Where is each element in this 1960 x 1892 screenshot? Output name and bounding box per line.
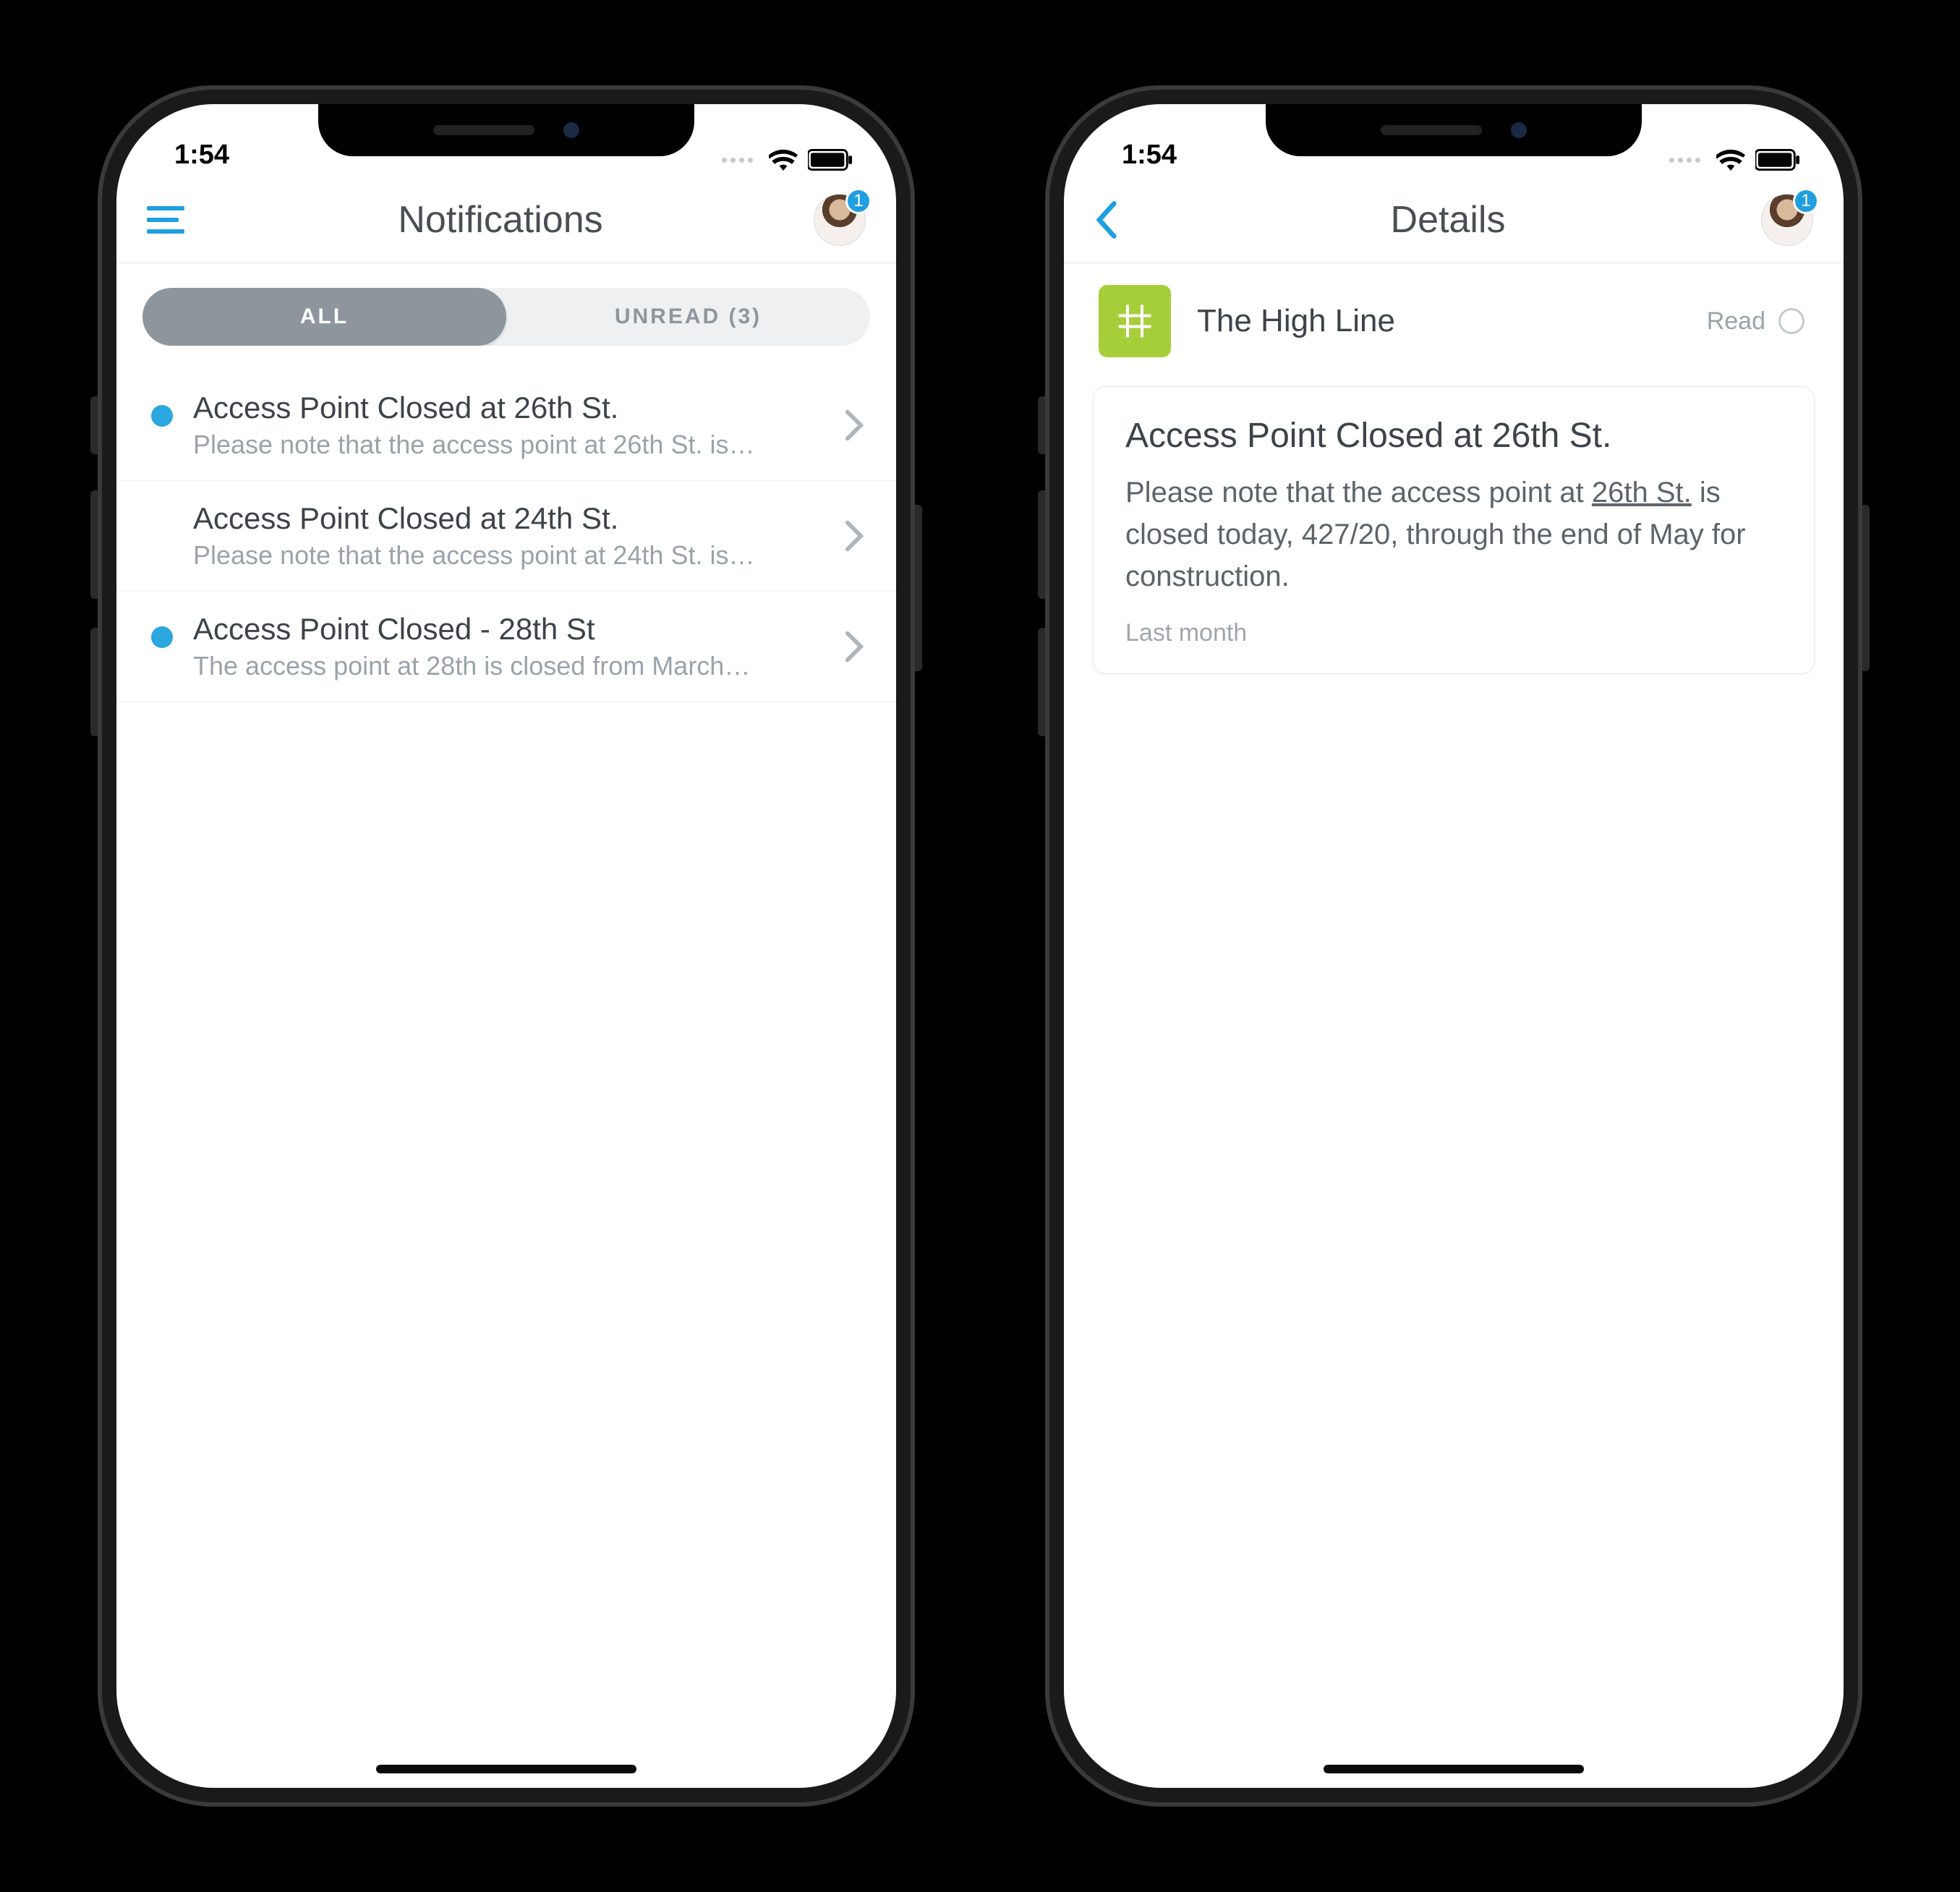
avatar-badge: 1 (845, 188, 872, 214)
list-item[interactable]: Access Point Closed at 24th St. Please n… (116, 481, 896, 592)
back-button[interactable] (1094, 200, 1135, 239)
notification-list: Access Point Closed at 26th St. Please n… (116, 370, 896, 702)
wifi-icon (769, 149, 798, 171)
battery-icon (1755, 149, 1800, 171)
detail-timestamp: Last month (1125, 619, 1782, 647)
page-title: Details (1135, 198, 1761, 242)
detail-card: Access Point Closed at 26th St. Please n… (1093, 386, 1815, 674)
org-logo-icon (1099, 285, 1171, 357)
item-subtitle: Please note that the access point at 26t… (193, 430, 824, 460)
cellular-dots-icon (1669, 158, 1700, 163)
tab-all[interactable]: ALL (142, 288, 506, 346)
wifi-icon (1716, 149, 1745, 171)
page-title: Notifications (187, 198, 814, 242)
avatar-badge: 1 (1793, 188, 1819, 214)
unread-dot-icon (151, 405, 173, 427)
item-subtitle: Please note that the access point at 24t… (193, 540, 824, 571)
profile-button[interactable]: 1 (1761, 194, 1813, 246)
filter-segmented: ALL UNREAD (3) (142, 288, 870, 346)
unread-dot-icon (151, 626, 173, 648)
radio-icon (1778, 308, 1805, 334)
list-item[interactable]: Access Point Closed at 26th St. Please n… (116, 370, 896, 481)
home-indicator[interactable] (376, 1765, 636, 1773)
detail-title: Access Point Closed at 26th St. (1125, 416, 1782, 456)
profile-button[interactable]: 1 (814, 194, 866, 246)
status-time: 1:54 (1107, 140, 1177, 171)
mark-read-toggle[interactable]: Read (1707, 307, 1805, 336)
item-title: Access Point Closed at 24th St. (193, 501, 824, 536)
status-time: 1:54 (160, 140, 229, 171)
tab-unread[interactable]: UNREAD (3) (506, 288, 870, 346)
app-header: Details 1 (1064, 176, 1844, 263)
chevron-right-icon (844, 409, 864, 442)
organization-row: The High Line Read (1064, 263, 1844, 379)
phone-left-screen: 1:54 Notifications 1 A (116, 104, 896, 1788)
item-title: Access Point Closed at 26th St. (193, 391, 824, 425)
home-indicator[interactable] (1324, 1765, 1584, 1773)
notch (318, 104, 694, 156)
menu-button[interactable] (147, 206, 187, 234)
cellular-dots-icon (722, 158, 753, 163)
detail-body: Please note that the access point at 26t… (1125, 472, 1782, 597)
notch (1266, 104, 1642, 156)
item-subtitle: The access point at 28th is closed from … (193, 651, 824, 681)
chevron-right-icon (844, 519, 864, 553)
phone-right-screen: 1:54 Details 1 (1064, 104, 1844, 1788)
phone-left-frame: 1:54 Notifications 1 A (98, 85, 915, 1807)
read-label: Read (1707, 307, 1765, 336)
battery-icon (808, 149, 853, 171)
list-item[interactable]: Access Point Closed - 28th St The access… (116, 592, 896, 702)
phone-right-frame: 1:54 Details 1 (1045, 85, 1862, 1807)
location-link[interactable]: 26th St. (1592, 477, 1692, 508)
app-header: Notifications 1 (116, 176, 896, 263)
org-name: The High Line (1197, 303, 1681, 339)
chevron-right-icon (844, 630, 864, 663)
item-title: Access Point Closed - 28th St (193, 612, 824, 647)
